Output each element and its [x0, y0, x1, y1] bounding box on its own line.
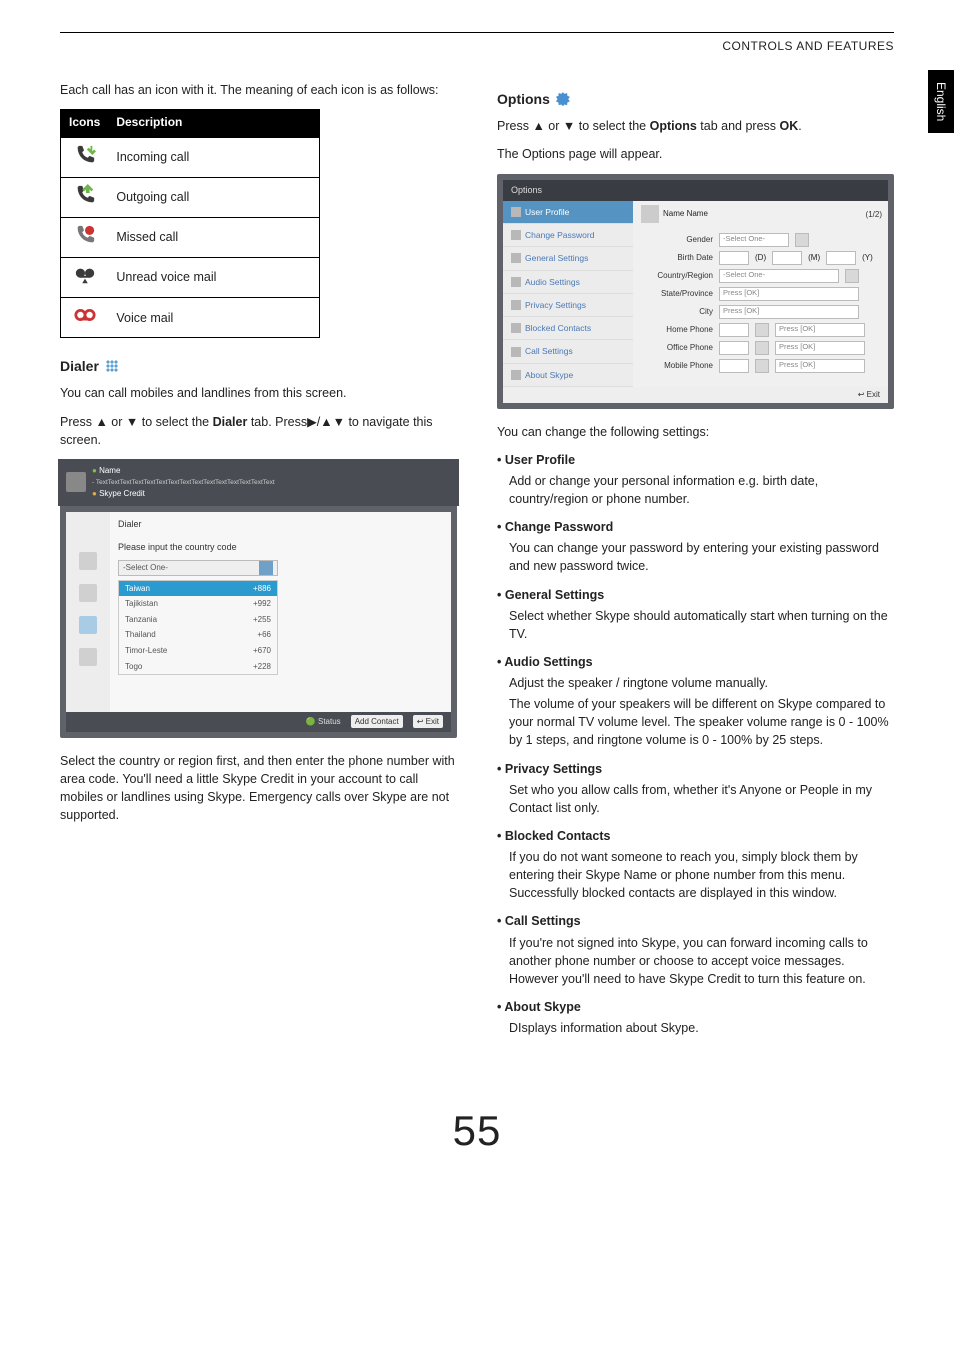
unread-voicemail-icon	[74, 264, 96, 286]
nav-call-settings[interactable]: Call Settings	[503, 340, 633, 363]
options-screenshot: Options User Profile Change Password Gen…	[497, 174, 894, 409]
sidebar-settings-icon[interactable]	[79, 648, 97, 666]
feat-change-password: Change Password	[497, 518, 894, 536]
add-contact-button[interactable]: Add Contact	[351, 715, 403, 729]
row-unread-vm: Unread voice mail	[108, 257, 319, 297]
up-arrow-icon: ▲	[95, 415, 107, 429]
options-form: Name Name (1/2) Gender-Select One- Birth…	[633, 201, 888, 388]
feat-privacy-settings: Privacy Settings	[497, 760, 894, 778]
options-p1: Press ▲ or ▼ to select the Options tab a…	[497, 117, 894, 135]
row-voicemail: Voice mail	[108, 298, 319, 338]
th-icons: Icons	[61, 109, 109, 137]
feat-audio-settings: Audio Settings	[497, 653, 894, 671]
feat-user-profile: User Profile	[497, 451, 894, 469]
state-input[interactable]: Press [OK]	[719, 287, 859, 301]
nav-blocked-contacts[interactable]: Blocked Contacts	[503, 317, 633, 340]
incoming-call-icon	[74, 144, 96, 166]
avatar-icon	[66, 472, 86, 492]
country-list[interactable]: Taiwan+886 Tajikistan+992 Tanzania+255 T…	[118, 580, 278, 676]
sidebar-dialer-icon[interactable]	[79, 616, 97, 634]
feat-about-skype: About Skype	[497, 998, 894, 1016]
left-column: Each call has an icon with it. The meani…	[60, 81, 457, 1047]
nav-about-skype[interactable]: About Skype	[503, 364, 633, 387]
right-column: Options Press ▲ or ▼ to select the Optio…	[497, 81, 894, 1047]
sidebar-history-icon[interactable]	[79, 584, 97, 602]
mobile-phone-input[interactable]: Press [OK]	[775, 359, 865, 373]
dropdown-icon	[259, 561, 273, 575]
office-phone-input[interactable]: Press [OK]	[775, 341, 865, 355]
th-desc: Description	[108, 109, 319, 137]
header-rule	[60, 32, 894, 33]
dialpad-icon	[105, 359, 119, 373]
dialer-heading: Dialer	[60, 356, 457, 376]
dialer-p2: Press ▲ or ▼ to select the Dialer tab. P…	[60, 413, 457, 449]
feat-call-settings: Call Settings	[497, 912, 894, 930]
options-exit-button[interactable]: Exit	[867, 390, 880, 399]
home-phone-input[interactable]: Press [OK]	[775, 323, 865, 337]
birth-d-input[interactable]	[719, 251, 749, 265]
dialer-screenshot: ● Name - TextTextTextTextTextTextTextTex…	[60, 459, 457, 738]
right-arrow-icon: ▶	[307, 415, 317, 429]
feat-general-settings: General Settings	[497, 586, 894, 604]
gender-select[interactable]: -Select One-	[719, 233, 789, 247]
row-outgoing: Outgoing call	[108, 177, 319, 217]
exit-button[interactable]: ↩ Exit	[413, 715, 443, 729]
options-heading: Options	[497, 89, 894, 109]
missed-call-icon	[74, 224, 96, 246]
options-p3: You can change the following settings:	[497, 423, 894, 441]
dialer-sidebar	[66, 512, 110, 712]
birth-m-input[interactable]	[772, 251, 802, 265]
nav-audio-settings[interactable]: Audio Settings	[503, 271, 633, 294]
sidebar-contacts-icon[interactable]	[79, 552, 97, 570]
language-tab: English	[928, 70, 954, 133]
dialer-prompt: Please input the country code	[118, 537, 443, 560]
dialer-p3: Select the country or region first, and …	[60, 752, 457, 825]
voicemail-icon	[74, 304, 96, 326]
intro-text: Each call has an icon with it. The meani…	[60, 81, 457, 99]
nav-general-settings[interactable]: General Settings	[503, 247, 633, 270]
icons-table: Icons Description Incoming call Outgoing…	[60, 109, 320, 338]
options-nav: User Profile Change Password General Set…	[503, 201, 633, 388]
dialer-tab-label: Dialer	[118, 518, 443, 531]
options-p2: The Options page will appear.	[497, 145, 894, 163]
outgoing-call-icon	[74, 184, 96, 206]
page-indicator: (1/2)	[866, 209, 882, 221]
options-window-title: Options	[503, 180, 888, 201]
page-number: 55	[60, 1107, 894, 1155]
nav-user-profile[interactable]: User Profile	[503, 201, 633, 224]
feature-list: User ProfileAdd or change your personal …	[497, 451, 894, 1037]
profile-avatar-icon	[641, 205, 659, 223]
dialer-p1: You can call mobiles and landlines from …	[60, 384, 457, 402]
birth-y-input[interactable]	[826, 251, 856, 265]
down-arrow-icon: ▼	[126, 415, 138, 429]
gear-icon	[556, 92, 570, 106]
header-section: CONTROLS AND FEATURES	[60, 39, 894, 53]
country-select[interactable]: -Select One-	[118, 560, 278, 576]
nav-privacy-settings[interactable]: Privacy Settings	[503, 294, 633, 317]
row-missed: Missed call	[108, 217, 319, 257]
nav-change-password[interactable]: Change Password	[503, 224, 633, 247]
row-incoming: Incoming call	[108, 137, 319, 177]
country-select-input[interactable]: -Select One-	[719, 269, 839, 283]
city-input[interactable]: Press [OK]	[719, 305, 859, 319]
feat-blocked-contacts: Blocked Contacts	[497, 827, 894, 845]
